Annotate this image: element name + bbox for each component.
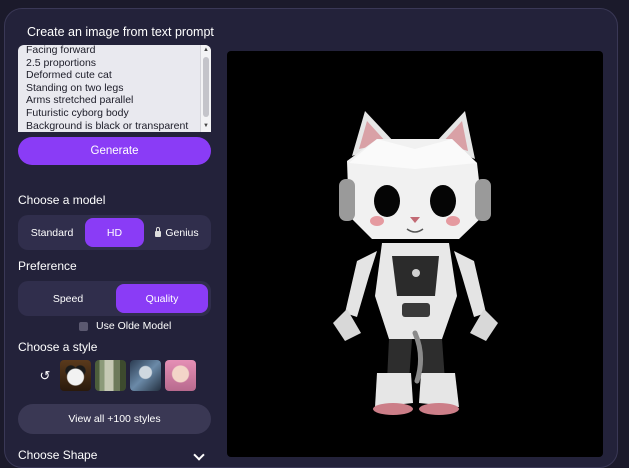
style-thumb-robot[interactable]: [130, 360, 161, 391]
model-section-label: Choose a model: [18, 193, 106, 207]
preference-option-speed[interactable]: Speed: [21, 284, 115, 313]
preference-section-label: Preference: [18, 259, 77, 273]
olde-model-label: Use Olde Model: [96, 320, 172, 332]
chevron-down-icon[interactable]: [193, 449, 205, 461]
prompt-scrollbar[interactable]: ▲ ▼: [200, 45, 211, 132]
preference-option-label: Speed: [52, 292, 84, 305]
generate-button[interactable]: Generate: [18, 137, 211, 165]
model-option-standard[interactable]: Standard: [21, 218, 83, 247]
scroll-down-icon[interactable]: ▼: [203, 123, 209, 130]
generator-panel: Create an image from text prompt Facing …: [4, 8, 618, 468]
scrollbar-thumb[interactable]: [203, 57, 209, 117]
image-preview: [227, 51, 603, 457]
scroll-up-icon[interactable]: ▲: [203, 47, 209, 54]
model-option-genius[interactable]: Genius: [146, 218, 208, 247]
preference-selector: Speed Quality: [18, 281, 211, 316]
preference-option-label: Quality: [145, 292, 179, 305]
cyborg-cat-image: [333, 111, 498, 415]
style-thumb-forest[interactable]: [95, 360, 126, 391]
olde-model-option[interactable]: Use Olde Model: [79, 320, 171, 332]
model-option-label: Genius: [165, 226, 199, 239]
model-option-label: HD: [106, 226, 123, 239]
style-thumb-girl[interactable]: [165, 360, 196, 391]
lock-icon: [155, 226, 162, 237]
model-selector: Standard HD Genius: [18, 215, 211, 250]
panel-title: Create an image from text prompt: [27, 25, 214, 39]
olde-model-checkbox[interactable]: [79, 321, 88, 331]
style-section-label: Choose a style: [18, 340, 98, 354]
shape-section-label[interactable]: Choose Shape: [18, 448, 97, 462]
reset-style-icon[interactable]: ↺: [34, 361, 56, 391]
prompt-text: Facing forward 2.5 proportions Deformed …: [26, 45, 189, 132]
prompt-textarea[interactable]: Facing forward 2.5 proportions Deformed …: [18, 45, 211, 132]
model-option-hd[interactable]: HD: [85, 218, 144, 247]
model-option-label: Standard: [30, 226, 74, 239]
preference-option-quality[interactable]: Quality: [116, 284, 208, 313]
view-all-styles-button[interactable]: View all +100 styles: [18, 404, 211, 434]
style-thumbnails: ↺: [34, 360, 200, 391]
style-thumb-panda[interactable]: [60, 360, 91, 391]
